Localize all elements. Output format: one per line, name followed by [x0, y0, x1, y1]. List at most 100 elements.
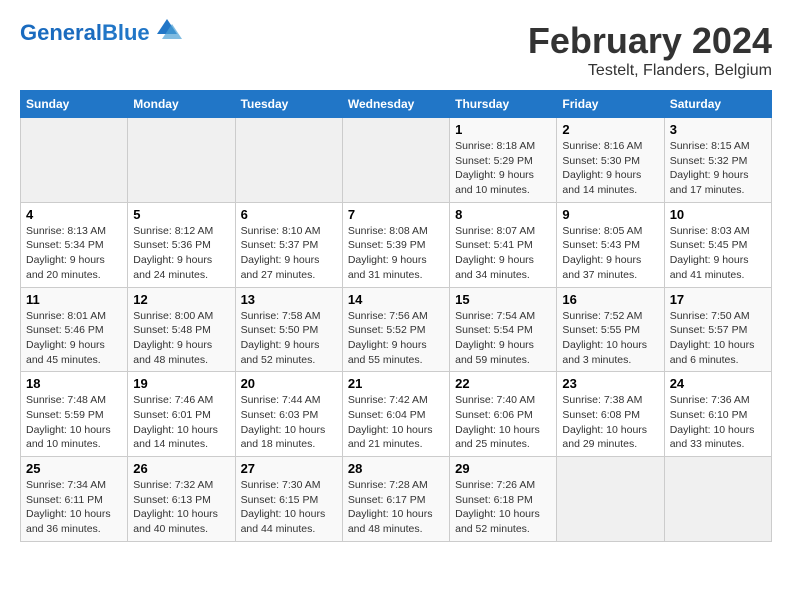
- calendar-cell: 16 Sunrise: 7:52 AMSunset: 5:55 PMDayligh…: [557, 287, 664, 372]
- day-number: 14: [348, 292, 444, 307]
- calendar-week-row: 18 Sunrise: 7:48 AMSunset: 5:59 PMDayligh…: [21, 372, 772, 457]
- calendar-cell: 1Sunrise: 8:18 AMSunset: 5:29 PMDaylight…: [450, 118, 557, 203]
- day-info: Sunrise: 7:44 AMSunset: 6:03 PMDaylight:…: [241, 393, 337, 452]
- day-number: 11: [26, 292, 122, 307]
- day-info: Sunrise: 8:10 AMSunset: 5:37 PMDaylight:…: [241, 224, 337, 283]
- day-number: 15: [455, 292, 551, 307]
- day-info: Sunrise: 7:46 AMSunset: 6:01 PMDaylight:…: [133, 393, 229, 452]
- calendar-week-row: 1Sunrise: 8:18 AMSunset: 5:29 PMDaylight…: [21, 118, 772, 203]
- calendar-cell: 7 Sunrise: 8:08 AMSunset: 5:39 PMDaylight…: [342, 202, 449, 287]
- calendar-cell: 4 Sunrise: 8:13 AMSunset: 5:34 PMDaylight…: [21, 202, 128, 287]
- calendar-cell: 21 Sunrise: 7:42 AMSunset: 6:04 PMDayligh…: [342, 372, 449, 457]
- calendar-cell: 2Sunrise: 8:16 AMSunset: 5:30 PMDaylight…: [557, 118, 664, 203]
- day-info: Sunrise: 7:28 AMSunset: 6:17 PMDaylight:…: [348, 478, 444, 537]
- day-number: 25: [26, 461, 122, 476]
- day-number: 23: [562, 376, 658, 391]
- calendar-cell: 24 Sunrise: 7:36 AMSunset: 6:10 PMDayligh…: [664, 372, 771, 457]
- day-number: 21: [348, 376, 444, 391]
- day-info: Sunrise: 7:40 AMSunset: 6:06 PMDaylight:…: [455, 393, 551, 452]
- day-number: 5: [133, 207, 229, 222]
- day-of-week-header: Monday: [128, 91, 235, 118]
- month-title: February 2024: [528, 20, 772, 62]
- day-number: 9: [562, 207, 658, 222]
- day-number: 6: [241, 207, 337, 222]
- day-number: 18: [26, 376, 122, 391]
- calendar-cell: 5Sunrise: 8:12 AMSunset: 5:36 PMDaylight…: [128, 202, 235, 287]
- day-of-week-header: Sunday: [21, 91, 128, 118]
- day-number: 24: [670, 376, 766, 391]
- calendar-cell: [128, 118, 235, 203]
- calendar-cell: 17 Sunrise: 7:50 AMSunset: 5:57 PMDayligh…: [664, 287, 771, 372]
- day-info: Sunrise: 7:58 AMSunset: 5:50 PMDaylight:…: [241, 309, 337, 368]
- day-of-week-header: Thursday: [450, 91, 557, 118]
- day-info: Sunrise: 7:50 AMSunset: 5:57 PMDaylight:…: [670, 309, 766, 368]
- calendar-week-row: 4 Sunrise: 8:13 AMSunset: 5:34 PMDaylight…: [21, 202, 772, 287]
- calendar-cell: 15 Sunrise: 7:54 AMSunset: 5:54 PMDayligh…: [450, 287, 557, 372]
- day-info: Sunrise: 7:38 AMSunset: 6:08 PMDaylight:…: [562, 393, 658, 452]
- calendar-cell: 8 Sunrise: 8:07 AMSunset: 5:41 PMDaylight…: [450, 202, 557, 287]
- calendar-cell: 6 Sunrise: 8:10 AMSunset: 5:37 PMDaylight…: [235, 202, 342, 287]
- day-info: Sunrise: 7:52 AMSunset: 5:55 PMDaylight:…: [562, 309, 658, 368]
- logo: GeneralBlue: [20, 20, 182, 46]
- day-number: 8: [455, 207, 551, 222]
- day-number: 20: [241, 376, 337, 391]
- calendar-cell: 11 Sunrise: 8:01 AMSunset: 5:46 PMDayligh…: [21, 287, 128, 372]
- day-info: Sunrise: 7:32 AMSunset: 6:13 PMDaylight:…: [133, 478, 229, 537]
- calendar-cell: 13 Sunrise: 7:58 AMSunset: 5:50 PMDayligh…: [235, 287, 342, 372]
- day-number: 3: [670, 122, 766, 137]
- calendar-cell: [557, 457, 664, 542]
- calendar-body: 1Sunrise: 8:18 AMSunset: 5:29 PMDaylight…: [21, 118, 772, 542]
- day-number: 26: [133, 461, 229, 476]
- calendar-week-row: 25 Sunrise: 7:34 AMSunset: 6:11 PMDayligh…: [21, 457, 772, 542]
- day-number: 12: [133, 292, 229, 307]
- calendar-cell: 14 Sunrise: 7:56 AMSunset: 5:52 PMDayligh…: [342, 287, 449, 372]
- day-number: 17: [670, 292, 766, 307]
- day-of-week-header: Tuesday: [235, 91, 342, 118]
- location-title: Testelt, Flanders, Belgium: [528, 62, 772, 80]
- day-info: Sunrise: 7:42 AMSunset: 6:04 PMDaylight:…: [348, 393, 444, 452]
- calendar-cell: 18 Sunrise: 7:48 AMSunset: 5:59 PMDayligh…: [21, 372, 128, 457]
- day-info: Sunrise: 8:00 AMSunset: 5:48 PMDaylight:…: [133, 309, 229, 368]
- day-number: 28: [348, 461, 444, 476]
- day-number: 13: [241, 292, 337, 307]
- day-number: 19: [133, 376, 229, 391]
- calendar-cell: [342, 118, 449, 203]
- calendar-cell: 27 Sunrise: 7:30 AMSunset: 6:15 PMDayligh…: [235, 457, 342, 542]
- day-number: 27: [241, 461, 337, 476]
- calendar-table: SundayMondayTuesdayWednesdayThursdayFrid…: [20, 90, 772, 542]
- day-info: Sunrise: 8:15 AMSunset: 5:32 PMDaylight:…: [670, 139, 766, 198]
- day-info: Sunrise: 8:08 AMSunset: 5:39 PMDaylight:…: [348, 224, 444, 283]
- day-info: Sunrise: 7:48 AMSunset: 5:59 PMDaylight:…: [26, 393, 122, 452]
- calendar-cell: 28 Sunrise: 7:28 AMSunset: 6:17 PMDayligh…: [342, 457, 449, 542]
- day-number: 22: [455, 376, 551, 391]
- day-number: 2: [562, 122, 658, 137]
- calendar-cell: [235, 118, 342, 203]
- day-info: Sunrise: 7:26 AMSunset: 6:18 PMDaylight:…: [455, 478, 551, 537]
- day-info: Sunrise: 7:36 AMSunset: 6:10 PMDaylight:…: [670, 393, 766, 452]
- day-number: 16: [562, 292, 658, 307]
- calendar-cell: 22 Sunrise: 7:40 AMSunset: 6:06 PMDayligh…: [450, 372, 557, 457]
- day-info: Sunrise: 7:34 AMSunset: 6:11 PMDaylight:…: [26, 478, 122, 537]
- day-of-week-header: Friday: [557, 91, 664, 118]
- logo-icon: [152, 14, 182, 44]
- calendar-cell: 26 Sunrise: 7:32 AMSunset: 6:13 PMDayligh…: [128, 457, 235, 542]
- day-info: Sunrise: 8:13 AMSunset: 5:34 PMDaylight:…: [26, 224, 122, 283]
- calendar-header: SundayMondayTuesdayWednesdayThursdayFrid…: [21, 91, 772, 118]
- day-info: Sunrise: 8:01 AMSunset: 5:46 PMDaylight:…: [26, 309, 122, 368]
- day-info: Sunrise: 8:05 AMSunset: 5:43 PMDaylight:…: [562, 224, 658, 283]
- calendar-cell: 9 Sunrise: 8:05 AMSunset: 5:43 PMDaylight…: [557, 202, 664, 287]
- calendar-week-row: 11 Sunrise: 8:01 AMSunset: 5:46 PMDayligh…: [21, 287, 772, 372]
- day-info: Sunrise: 7:54 AMSunset: 5:54 PMDaylight:…: [455, 309, 551, 368]
- day-info: Sunrise: 8:07 AMSunset: 5:41 PMDaylight:…: [455, 224, 551, 283]
- day-of-week-header: Wednesday: [342, 91, 449, 118]
- day-number: 1: [455, 122, 551, 137]
- day-info: Sunrise: 8:03 AMSunset: 5:45 PMDaylight:…: [670, 224, 766, 283]
- day-number: 7: [348, 207, 444, 222]
- day-info: Sunrise: 7:30 AMSunset: 6:15 PMDaylight:…: [241, 478, 337, 537]
- calendar-cell: [664, 457, 771, 542]
- logo-text: GeneralBlue: [20, 20, 150, 46]
- calendar-cell: 20 Sunrise: 7:44 AMSunset: 6:03 PMDayligh…: [235, 372, 342, 457]
- day-info: Sunrise: 7:56 AMSunset: 5:52 PMDaylight:…: [348, 309, 444, 368]
- day-number: 4: [26, 207, 122, 222]
- calendar-cell: 12 Sunrise: 8:00 AMSunset: 5:48 PMDayligh…: [128, 287, 235, 372]
